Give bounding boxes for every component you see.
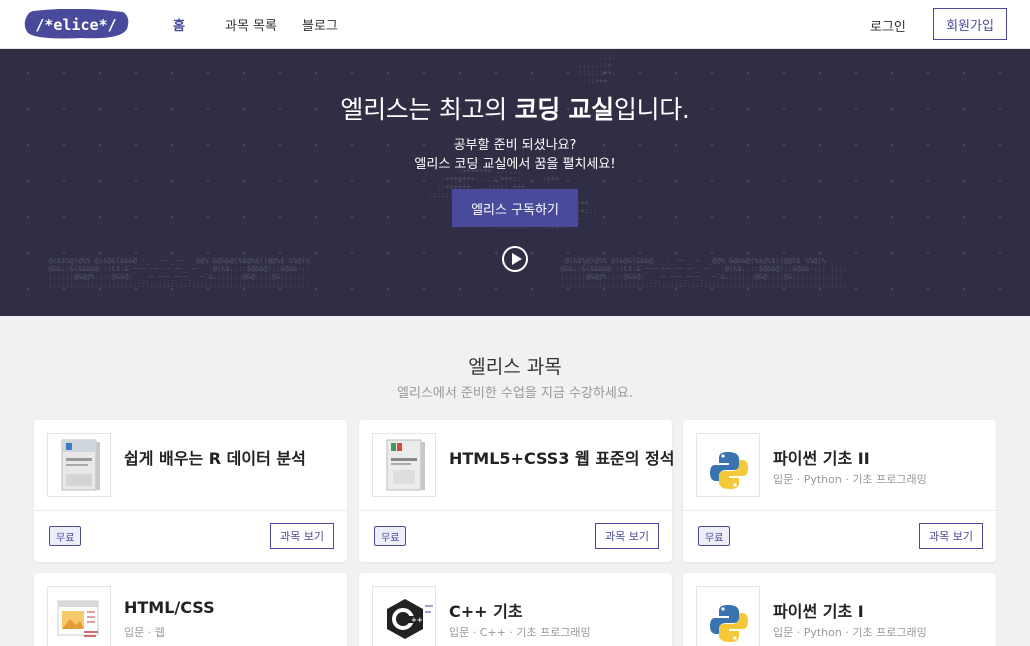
course-card[interactable]: 파이썬 기초 I 입문 · Python · 기초 프로그래밍 — [683, 573, 996, 646]
course-title[interactable]: 파이썬 기초 II — [773, 445, 870, 469]
course-title[interactable]: 파이썬 기초 I — [773, 598, 864, 622]
course-title[interactable]: HTML/CSS — [124, 598, 215, 617]
nav-course-list[interactable]: 과목 목록 — [225, 15, 277, 34]
hero-title: 엘리스는 최고의 코딩 교실입니다. — [340, 95, 690, 124]
login-link[interactable]: 로그인 — [870, 16, 906, 35]
course-meta: 입문 · C++ · 기초 프로그래밍 — [449, 626, 591, 639]
hero-subtitle-2: 엘리스 코딩 교실에서 꿈을 펼치세요! — [414, 157, 616, 172]
python-logo-icon — [696, 433, 760, 497]
view-course-button[interactable]: 과목 보기 — [595, 523, 659, 549]
view-course-button[interactable]: 과목 보기 — [919, 523, 983, 549]
course-title[interactable]: HTML5+CSS3 웹 표준의 정석 — [449, 445, 675, 469]
course-title[interactable]: C++ 기초 — [449, 598, 523, 622]
hero-banner: @(&$%@)@%% @)&@&(&&&@ -_-_-~-_-~ _@@% &@… — [0, 49, 1030, 316]
course-meta: 입문 · 웹 — [124, 626, 165, 639]
ascii-art-left: @(&$%@)@%% @)&@&(&&&@ -_-_-~-_-~ _@@% &@… — [48, 257, 310, 289]
card-divider — [359, 510, 672, 511]
svg-text:/*elice*/: /*elice*/ — [35, 16, 116, 34]
view-course-button[interactable]: 과목 보기 — [270, 523, 334, 549]
play-circle-icon[interactable] — [502, 246, 528, 272]
svg-text:++: ++ — [411, 616, 423, 624]
elice-logo[interactable]: /*elice*/ — [23, 9, 130, 40]
hero-subtitle-1: 공부할 준비 되셨나요? — [453, 138, 577, 153]
free-badge: 무료 — [698, 526, 731, 546]
book-cover-r-icon — [47, 433, 111, 497]
top-navbar: /*elice*/ 홈 과목 목록 블로그 로그인 회원가입 — [0, 0, 1030, 49]
ascii-art-top: .::: ;::::::+ ::::::++: .::+++ — [577, 53, 616, 85]
web-page-icon — [47, 586, 111, 646]
course-card[interactable]: HTML5+CSS3 웹 표준의 정석 무료 과목 보기 — [359, 420, 675, 562]
section-subtitle: 엘리스에서 준비한 수업을 지금 수강하세요. — [397, 386, 633, 401]
card-divider — [683, 510, 996, 511]
course-title[interactable]: 쉽게 배우는 R 데이터 분석 — [124, 445, 306, 469]
subscribe-button[interactable]: 엘리스 구독하기 — [452, 189, 578, 227]
book-cover-html-icon — [372, 433, 436, 497]
nav-blog[interactable]: 블로그 — [302, 15, 338, 34]
python-logo-icon — [696, 586, 760, 646]
cpp-logo-icon: ++ — [372, 586, 436, 646]
card-divider — [34, 510, 347, 511]
course-card[interactable]: ++ C++ 기초 입문 · C++ · 기초 프로그래밍 — [359, 573, 672, 646]
section-title: 엘리스 과목 — [468, 356, 562, 378]
nav-home[interactable]: 홈 — [173, 15, 185, 34]
course-card[interactable]: 쉽게 배우는 R 데이터 분석 무료 과목 보기 — [34, 420, 347, 562]
signup-button[interactable]: 회원가입 — [933, 8, 1007, 40]
free-badge: 무료 — [374, 526, 407, 546]
course-meta: 입문 · Python · 기초 프로그래밍 — [773, 473, 927, 486]
course-card[interactable]: HTML/CSS 입문 · 웹 — [34, 573, 347, 646]
course-card[interactable]: 파이썬 기초 II 입문 · Python · 기초 프로그래밍 무료 과목 보… — [683, 420, 996, 562]
ascii-art-right: @(&$%@)@%% @)&@&(&&&@ -_-_-~-_-~ _@@% &@… — [560, 257, 848, 289]
course-meta: 입문 · Python · 기초 프로그래밍 — [773, 626, 927, 639]
free-badge: 무료 — [49, 526, 82, 546]
